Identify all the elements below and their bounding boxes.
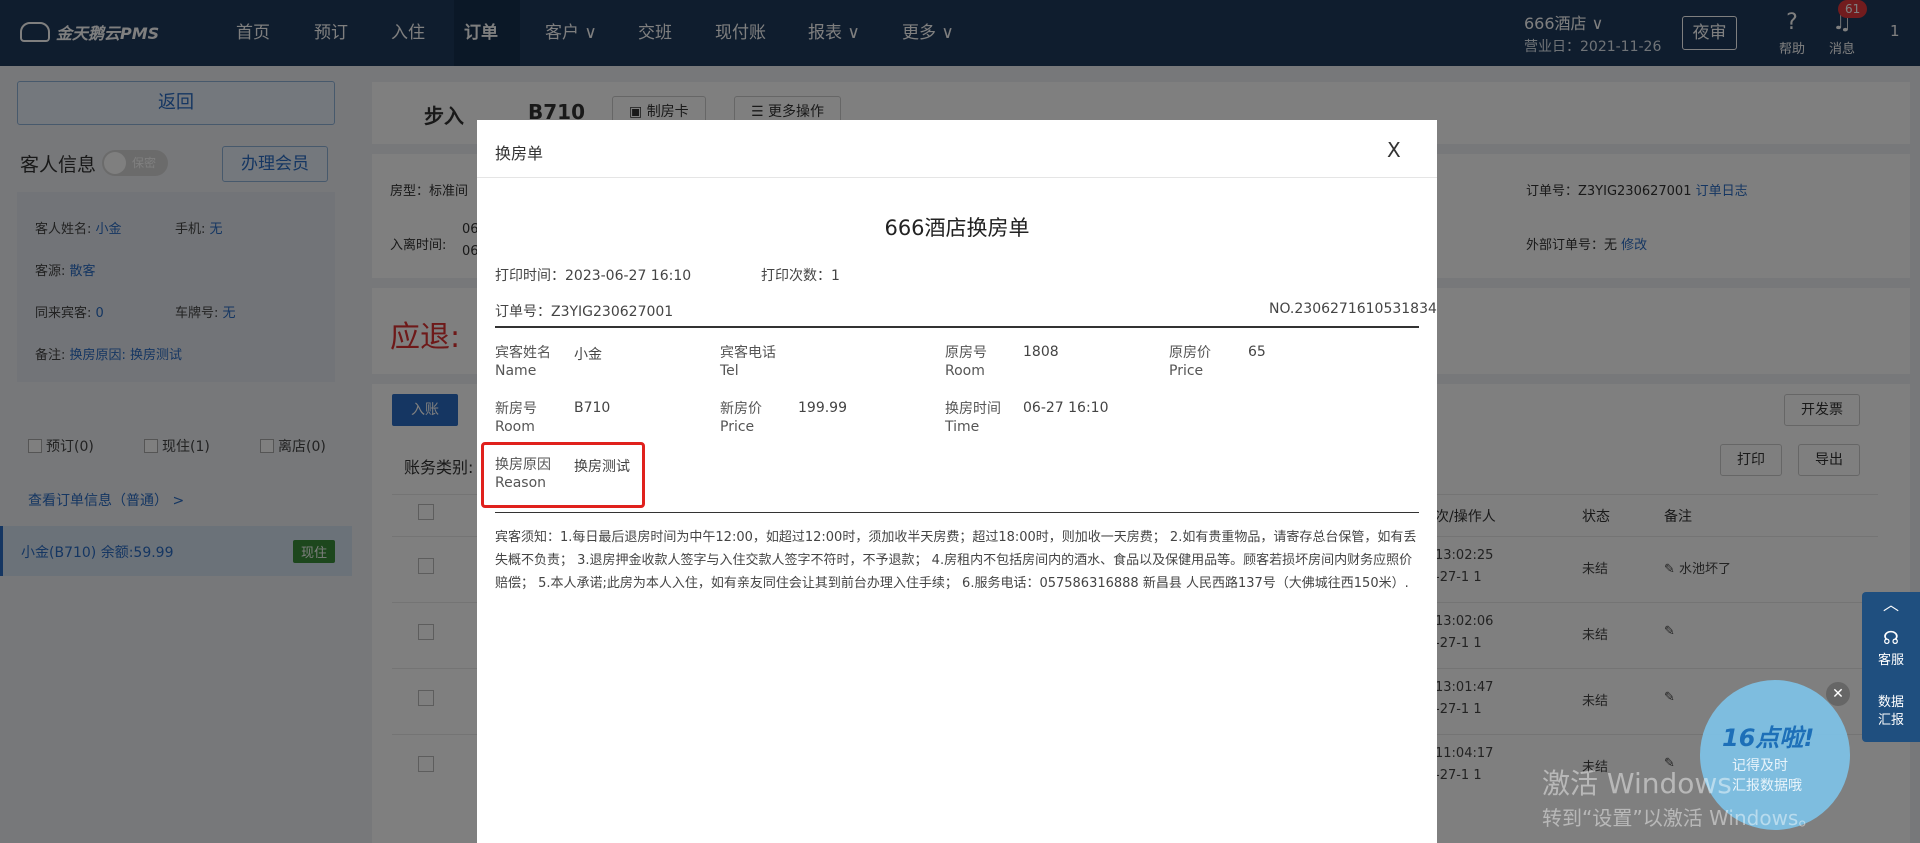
orig-room-label-en: Room [945, 363, 985, 379]
change-time-value: 06-27 16:10 [1023, 400, 1109, 416]
orig-price-label: 原房价 Price [1169, 344, 1211, 380]
orig-price-label-cn: 原房价 [1169, 345, 1211, 361]
new-price-value: 199.99 [798, 400, 847, 416]
chevron-up-icon[interactable]: ︿ [1862, 596, 1920, 613]
promo-title: 16点啦! [1722, 724, 1815, 752]
change-time-label-en: Time [945, 419, 980, 435]
new-room-label: 新房号 Room [495, 400, 537, 436]
promo-subtitle-line2: 汇报数据哦 [1732, 778, 1802, 794]
reason-highlight-box [481, 442, 645, 508]
document-number: NO.2306271610531834 [1269, 301, 1437, 317]
print-time: 打印时间：2023-06-27 16:10 [495, 268, 692, 284]
guest-name-label: 宾客姓名 Name [495, 344, 551, 380]
orig-price-value: 65 [1248, 344, 1266, 360]
side-float-bar: ︿ ☊ 客服 数据 汇报 [1862, 592, 1920, 742]
order-number: 订单号：Z3YIG230627001 [495, 304, 674, 320]
new-room-value: B710 [574, 400, 611, 416]
document-title: 666酒店换房单 [884, 216, 1030, 240]
change-time-label: 换房时间 Time [945, 400, 1001, 436]
new-price-label: 新房价 Price [720, 400, 762, 436]
tel-label-en: Tel [720, 363, 739, 379]
headset-icon: ☊ [1883, 628, 1899, 649]
tel-label: 宾客电话 Tel [720, 344, 776, 380]
orig-room-value: 1808 [1023, 344, 1059, 360]
header-divider [495, 326, 1419, 328]
dialog-header: 换房单 X [477, 120, 1437, 178]
data-report-button-1[interactable]: 数据 [1862, 694, 1920, 711]
change-time-label-cn: 换房时间 [945, 401, 1001, 417]
tel-label-cn: 宾客电话 [720, 345, 776, 361]
guest-notice: 宾客须知：1.每日最后退房时间为中午12:00，如超过12:00时，须加收半天房… [495, 530, 1417, 591]
new-room-label-cn: 新房号 [495, 401, 537, 417]
print-count: 打印次数：1 [761, 268, 840, 284]
dialog-title: 换房单 [495, 144, 544, 163]
new-price-label-en: Price [720, 419, 755, 435]
orig-room-label: 原房号 Room [945, 344, 987, 380]
orig-room-label-cn: 原房号 [945, 345, 987, 361]
close-icon[interactable]: X [1387, 138, 1401, 162]
promo-subtitle-line1: 记得及时 [1732, 758, 1788, 774]
windows-watermark-title: 激活 Windows [1542, 767, 1732, 800]
guest-name-label-cn: 宾客姓名 [495, 345, 551, 361]
close-icon[interactable]: ✕ [1826, 682, 1850, 706]
windows-watermark-sub: 转到“设置”以激活 Windows。 [1542, 806, 1819, 830]
room-change-dialog: 换房单 X 666酒店换房单 打印时间：2023-06-27 16:10 打印次… [477, 120, 1437, 843]
customer-service-button[interactable]: 客服 [1862, 652, 1920, 669]
promo-subtitle: 记得及时 汇报数据哦 [1732, 756, 1802, 796]
data-report-button-2[interactable]: 汇报 [1862, 712, 1920, 729]
guest-name-value: 小金 [574, 347, 602, 363]
guest-name-label-en: Name [495, 363, 537, 379]
new-price-label-cn: 新房价 [720, 401, 762, 417]
new-room-label-en: Room [495, 419, 535, 435]
notice-divider [495, 512, 1419, 513]
orig-price-label-en: Price [1169, 363, 1204, 379]
